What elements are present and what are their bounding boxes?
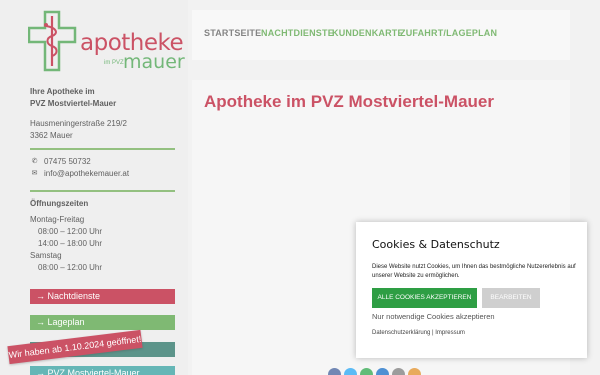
cookie-text: Diese Website nutzt Cookies, um Ihnen da…	[372, 264, 576, 279]
privacy-imprint-links[interactable]: Datenschutzerklärung | Impressum	[372, 330, 465, 336]
cookie-title: Cookies & Datenschutz	[372, 238, 500, 251]
cookie-dialog: Cookies & Datenschutz Diese Website nutz…	[356, 222, 587, 358]
accept-all-cookies-button[interactable]: ALLE COOKIES AKZEPTIEREN	[372, 288, 477, 308]
edit-cookies-button[interactable]: BEARBEITEN	[482, 288, 540, 308]
accept-necessary-cookies-link[interactable]: Nur notwendige Cookies akzeptieren	[372, 312, 495, 321]
